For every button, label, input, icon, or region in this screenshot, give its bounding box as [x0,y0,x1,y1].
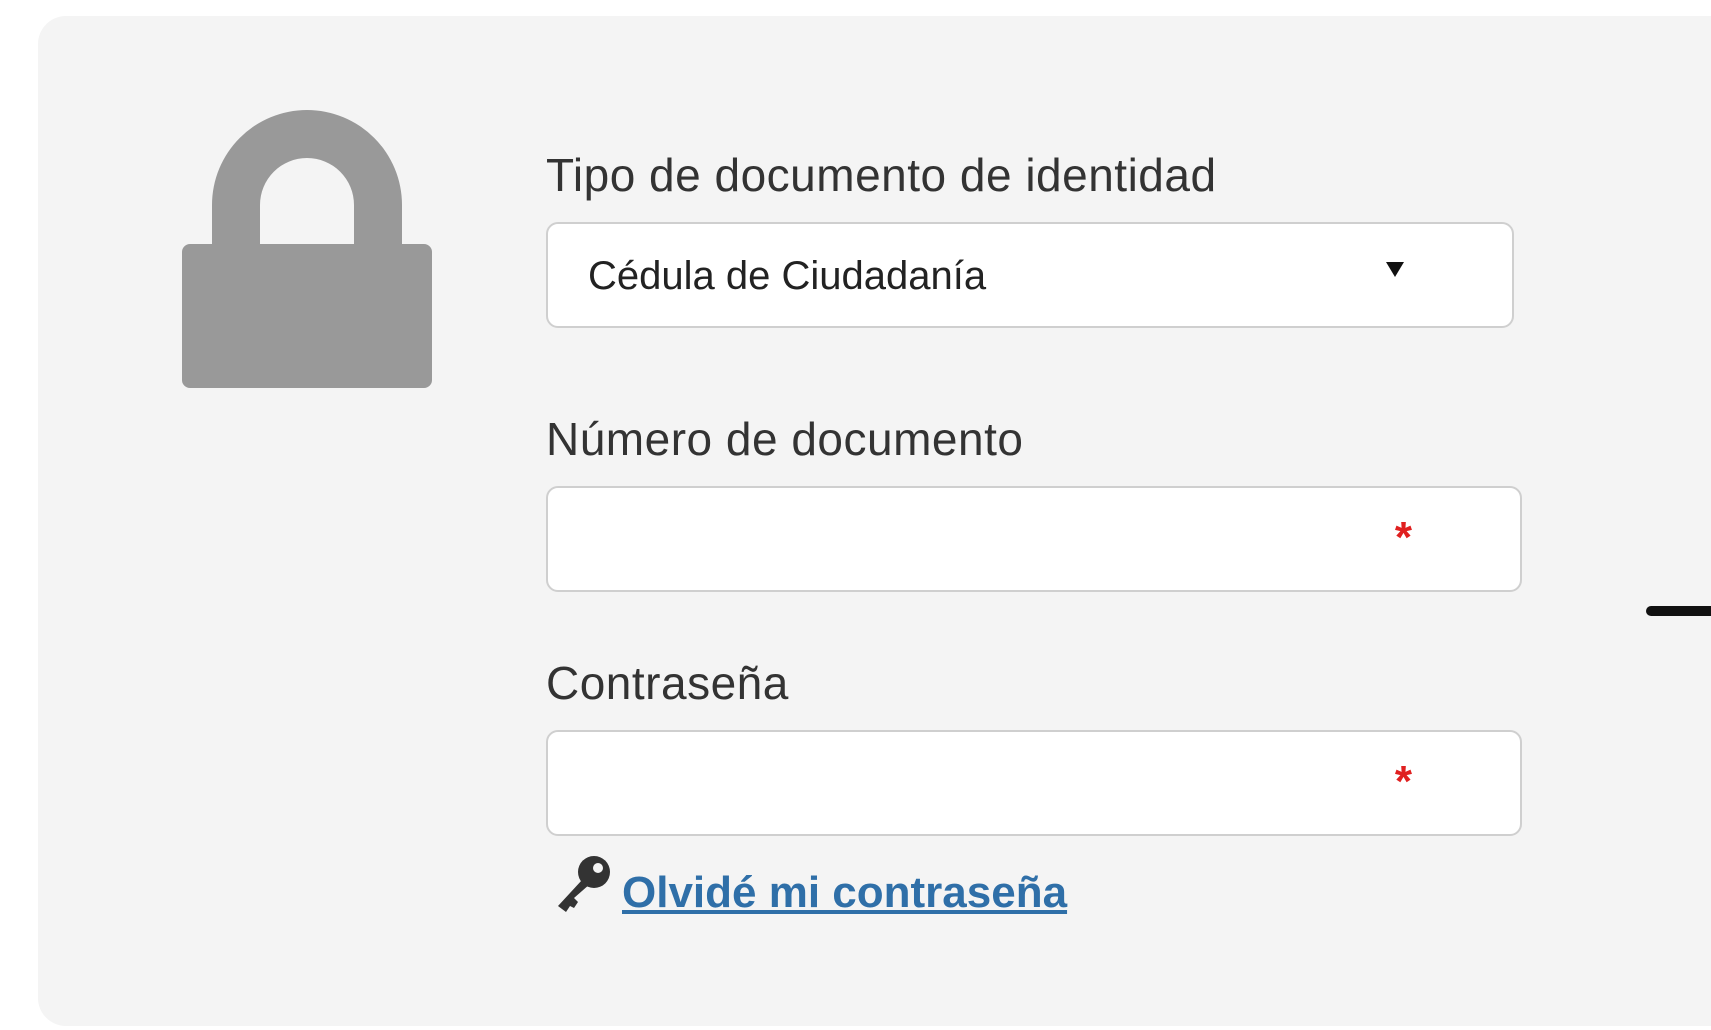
key-icon [558,856,610,912]
lock-icon [182,110,432,388]
forgot-password-link[interactable]: Olvidé mi contraseña [622,868,1067,918]
doc-type-label: Tipo de documento de identidad [546,149,1217,201]
doc-type-selected-value: Cédula de Ciudadanía [588,254,987,298]
doc-number-label: Número de documento [546,413,1024,465]
doc-number-field[interactable]: * [546,486,1522,592]
password-field[interactable]: * [546,730,1522,836]
divider-dash [1646,606,1711,616]
chevron-down-icon[interactable] [1386,262,1404,277]
doc-type-select[interactable]: Cédula de Ciudadanía [546,222,1514,328]
doc-number-required-mark: * [1394,513,1412,562]
password-required-mark: * [1394,757,1412,806]
doc-number-input[interactable] [548,488,1520,590]
password-label: Contraseña [546,657,789,709]
password-input[interactable] [548,732,1520,834]
